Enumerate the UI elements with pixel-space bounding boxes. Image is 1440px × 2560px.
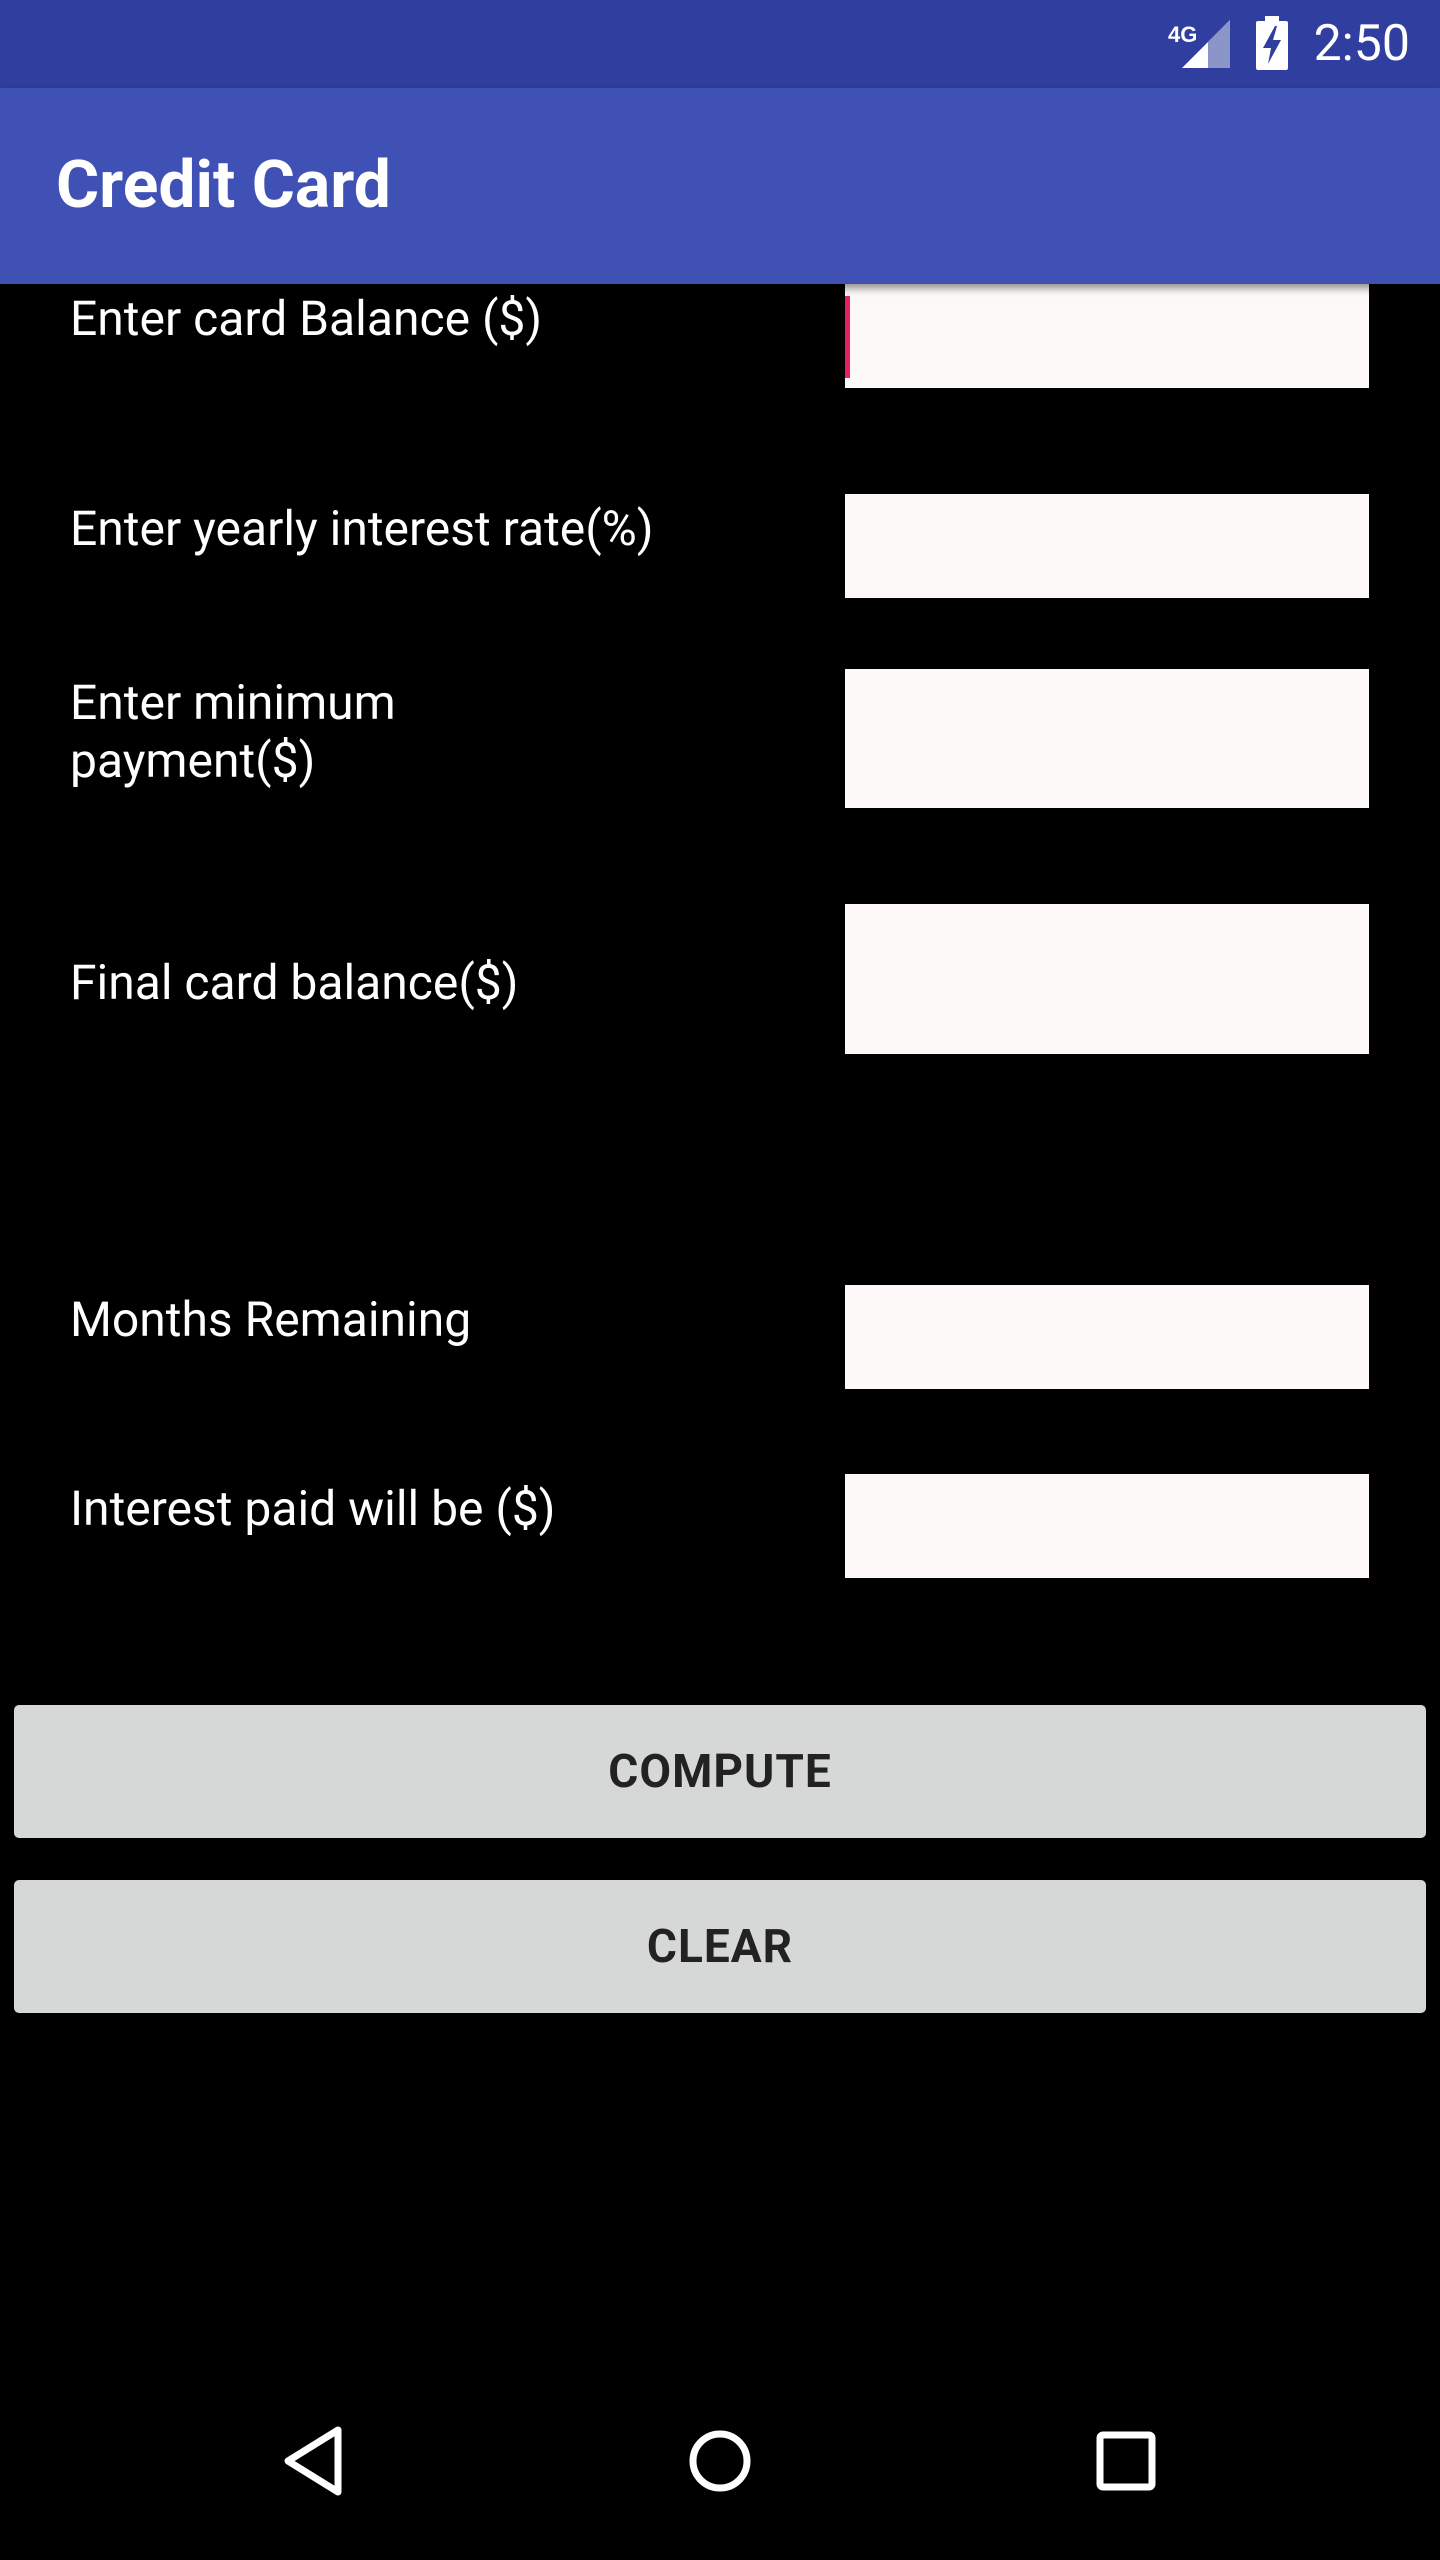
page-title: Credit Card bbox=[56, 147, 391, 224]
text-cursor bbox=[845, 296, 850, 378]
months-field[interactable] bbox=[845, 1285, 1369, 1389]
clear-button[interactable]: CLEAR bbox=[14, 1880, 1426, 2013]
app-bar: Credit Card bbox=[0, 88, 1440, 284]
rate-label: Enter yearly interest rate(%) bbox=[70, 500, 654, 557]
final-balance-label: Final card balance($) bbox=[70, 954, 519, 1011]
signal-4g-icon: 4G bbox=[1168, 20, 1230, 68]
home-icon[interactable] bbox=[688, 2426, 752, 2496]
final-balance-field[interactable] bbox=[845, 904, 1369, 1054]
status-time: 2:50 bbox=[1313, 15, 1410, 73]
min-payment-label-line2: payment($) bbox=[70, 732, 316, 789]
compute-button[interactable]: COMPUTE bbox=[14, 1705, 1426, 1838]
min-payment-input[interactable] bbox=[845, 669, 1369, 808]
interest-field[interactable] bbox=[845, 1474, 1369, 1578]
min-payment-label-line1: Enter minimum bbox=[70, 674, 396, 731]
rate-input[interactable] bbox=[845, 494, 1369, 598]
interest-label: Interest paid will be ($) bbox=[70, 1480, 556, 1537]
months-label: Months Remaining bbox=[70, 1291, 472, 1348]
balance-input[interactable] bbox=[845, 284, 1369, 388]
network-type-label: 4G bbox=[1168, 22, 1197, 47]
recents-icon[interactable] bbox=[1094, 2426, 1158, 2496]
back-icon[interactable] bbox=[282, 2426, 346, 2496]
balance-label: Enter card Balance ($) bbox=[70, 290, 543, 347]
battery-charging-icon bbox=[1256, 16, 1288, 70]
status-bar: 4G 2:50 bbox=[0, 0, 1440, 88]
